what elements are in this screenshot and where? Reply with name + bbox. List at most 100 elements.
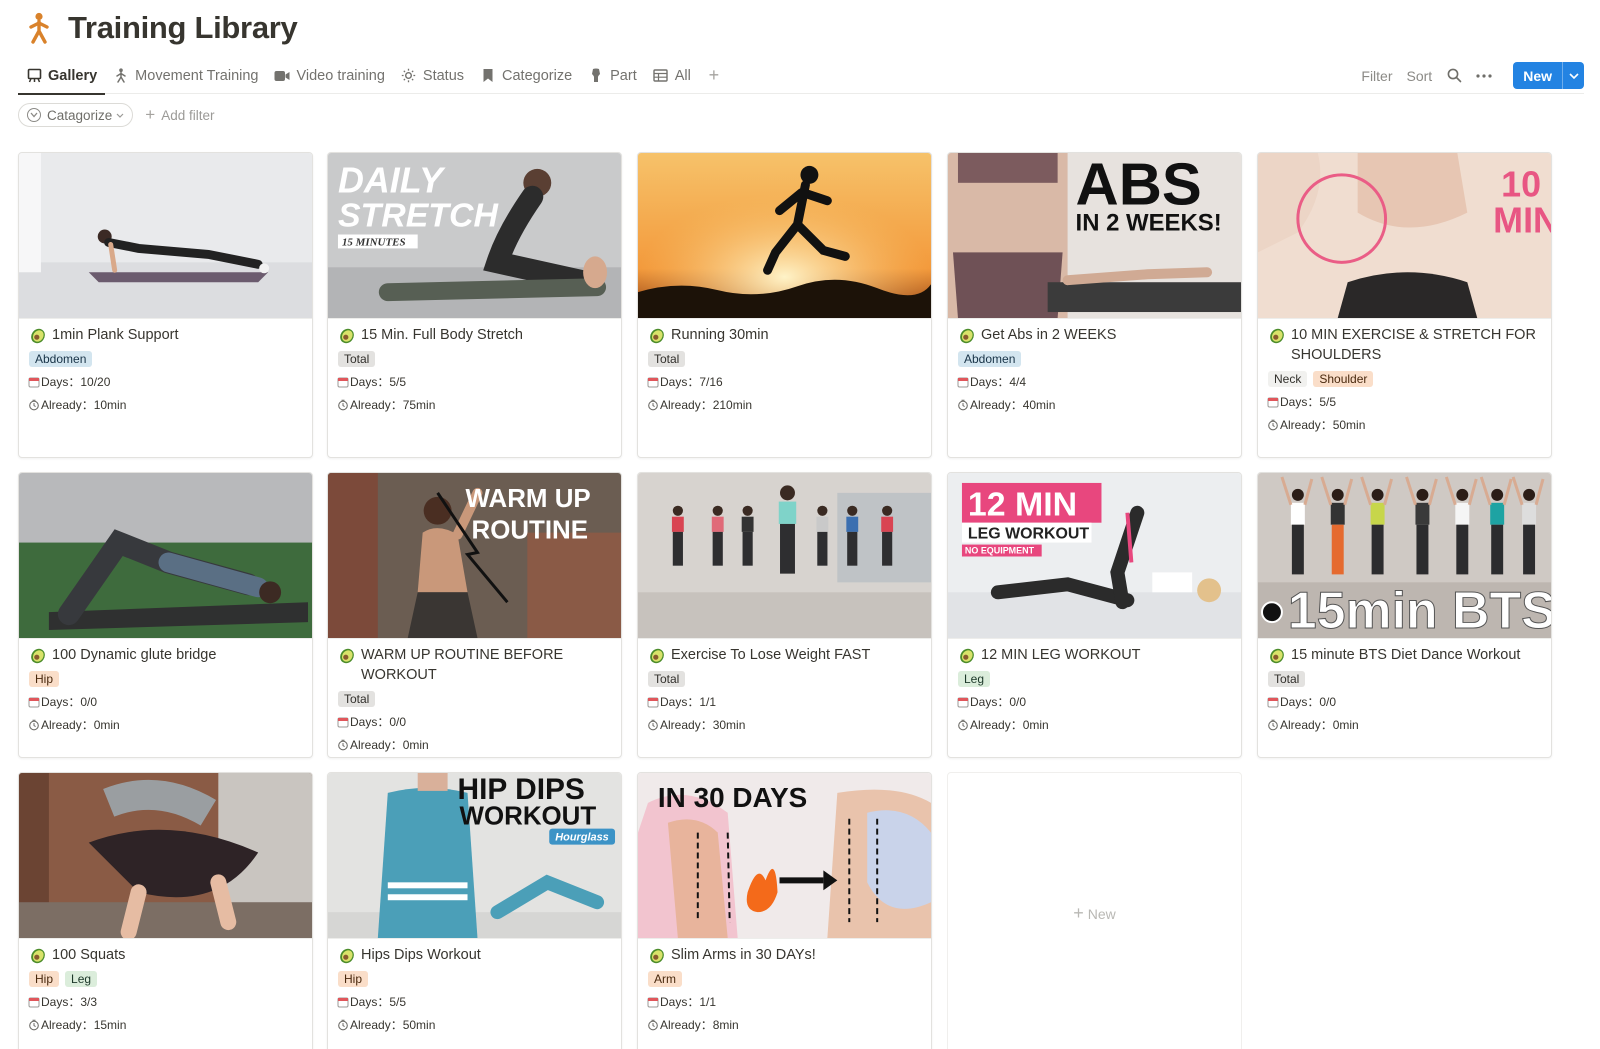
card-body: Running 30min Total Days：7/16 Already：210mi… (647, 325, 922, 413)
sort-button[interactable]: Sort (1400, 68, 1440, 84)
card-title: 12 MIN LEG WORKOUT (957, 645, 1232, 665)
gallery-card[interactable]: Running 30min Total Days：7/16 Already：210mi… (637, 152, 932, 458)
tab-part[interactable]: Part (580, 58, 645, 94)
stopwatch-icon (28, 399, 40, 411)
card-prop-text: Days：3/3 (41, 995, 98, 1009)
stopwatch-icon (647, 719, 659, 731)
tag-list: Hip Leg (29, 971, 303, 987)
filter-row: Catagorize + Add filter (18, 102, 215, 128)
card-title: Running 30min (647, 325, 922, 345)
card-cover-image: WARM UP ROUTINE (328, 473, 621, 639)
add-view-button[interactable]: + (701, 63, 727, 89)
filter-chip-label: Catagorize (47, 107, 113, 123)
gallery-card[interactable]: IN 30 DAYS Slim Arms in 30 DAYs! Arm Days：1… (637, 772, 932, 1049)
more-options-icon[interactable] (1472, 64, 1496, 88)
card-prop-days: Days：5/5 (1267, 394, 1542, 410)
card-prop-text: Days：7/16 (660, 375, 723, 389)
card-cover-image (638, 473, 931, 639)
svg-text:ABS: ABS (1076, 153, 1202, 218)
gallery-card[interactable]: 15min BTS 15 minute BTS Diet Dance Workou… (1257, 472, 1552, 758)
stopwatch-icon (1267, 419, 1279, 431)
gallery-card[interactable]: WARM UP ROUTINE WARM UP ROUTINE BEFORE WO… (327, 472, 622, 758)
card-cover-image: HIP DIPS WORKOUT Hourglass (328, 773, 621, 939)
tag-badge: Total (648, 351, 686, 367)
new-button[interactable]: New (1513, 62, 1562, 89)
chevron-down-icon[interactable] (1562, 62, 1584, 89)
card-prop-text: Already：0min (970, 718, 1049, 732)
card-prop-days: Days：10/20 (28, 374, 303, 390)
card-body: 1min Plank Support Abdomen Days：10/20 Alrea… (28, 325, 303, 413)
avocado-icon (647, 325, 667, 345)
person-walking-icon[interactable] (24, 11, 54, 45)
card-title: Slim Arms in 30 DAYs! (647, 945, 922, 965)
card-title: 100 Dynamic glute bridge (28, 645, 303, 665)
card-body: 15 minute BTS Diet Dance Workout Total Day… (1267, 645, 1542, 733)
gallery-icon (26, 68, 42, 84)
gallery-card[interactable]: 12 MIN LEG WORKOUT NO EQUIPMENT 12 MIN L… (947, 472, 1242, 758)
card-title: Hips Dips Workout (337, 945, 612, 965)
tag-badge: Abdomen (29, 351, 93, 367)
svg-text:ROUTINE: ROUTINE (472, 517, 589, 545)
new-button-group: New (1513, 62, 1584, 89)
search-icon[interactable] (1442, 64, 1466, 88)
stopwatch-icon (28, 719, 40, 731)
gallery-card[interactable]: 1min Plank Support Abdomen Days：10/20 Alrea… (18, 152, 313, 458)
categorize-filter-chip[interactable]: Catagorize (18, 103, 134, 127)
stopwatch-icon (28, 1019, 40, 1031)
chevron-down-icon (116, 113, 124, 118)
card-prop-text: Days：0/0 (350, 715, 407, 729)
gallery-card[interactable]: DAILY STRETCH 15 MINUTES 15 Min. Full Bo… (327, 152, 622, 458)
stopwatch-icon (337, 739, 349, 751)
tab-movement-training[interactable]: Movement Training (105, 58, 266, 94)
tag-badge: Neck (1268, 371, 1308, 387)
tag-badge: Total (1268, 671, 1306, 687)
table-icon (653, 68, 669, 84)
filter-button[interactable]: Filter (1354, 68, 1399, 84)
card-title-text: Hips Dips Workout (361, 947, 481, 963)
avocado-icon (337, 645, 357, 665)
avocado-icon (1267, 645, 1287, 665)
gallery-card[interactable]: 100 Squats Hip Leg Days：3/3 Already：15min (18, 772, 313, 1049)
avocado-icon (28, 945, 48, 965)
stopwatch-icon (647, 399, 659, 411)
card-prop-text: Days：5/5 (350, 995, 407, 1009)
svg-text:HIP DIPS: HIP DIPS (458, 773, 585, 806)
tab-categorize[interactable]: Categorize (472, 58, 580, 94)
gallery-card[interactable]: 100 Dynamic glute bridge Hip Days：0/0 Alrea… (18, 472, 313, 758)
card-body: 100 Dynamic glute bridge Hip Days：0/0 Alrea… (28, 645, 303, 733)
gallery-card[interactable]: Exercise To Lose Weight FAST Total Days：1/… (637, 472, 932, 758)
video-camera-icon (274, 68, 290, 84)
card-title-text: 100 Dynamic glute bridge (52, 647, 217, 663)
add-filter-button[interactable]: + Add filter (145, 105, 214, 125)
gallery-card[interactable]: 10 MIN10 MIN EXERCISE & STRETCH FOR SHOU… (1257, 152, 1552, 458)
card-prop-text: Days：5/5 (1280, 395, 1337, 409)
stopwatch-icon (647, 1019, 659, 1031)
tag-badge: Total (338, 351, 376, 367)
svg-text:DAILY: DAILY (338, 161, 446, 201)
card-prop-text: Days：5/5 (350, 375, 407, 389)
tag-badge: Hip (29, 671, 60, 687)
card-prop-text: Already：0min (41, 718, 120, 732)
tag-list: Leg (958, 671, 1232, 687)
stopwatch-icon (957, 719, 969, 731)
card-prop-text: Already：8min (660, 1018, 739, 1032)
card-prop-text: Days：4/4 (970, 375, 1027, 389)
new-card-button[interactable]: + New (947, 772, 1242, 1049)
card-prop-text: Days：1/1 (660, 695, 717, 709)
card-prop-already: Already：8min (647, 1017, 922, 1033)
tab-status[interactable]: Status (393, 58, 472, 94)
card-prop-already: Already：0min (957, 717, 1232, 733)
svg-text:WARM UP: WARM UP (466, 485, 591, 513)
tag-list: Total (1268, 671, 1542, 687)
tab-video-training[interactable]: Video training (266, 58, 392, 94)
gallery-card[interactable]: ABS IN 2 WEEKS! Get Abs in 2 WEEKS Abdomen… (947, 152, 1242, 458)
card-prop-text: Days：1/1 (660, 995, 717, 1009)
card-title-text: Slim Arms in 30 DAYs! (671, 947, 816, 963)
tab-gallery[interactable]: Gallery (18, 58, 106, 95)
gallery-card[interactable]: HIP DIPS WORKOUT Hourglass Hips Dips Work… (327, 772, 622, 1049)
tab-all[interactable]: All (645, 58, 699, 94)
card-prop-already: Already：50min (1267, 417, 1542, 433)
card-body: Exercise To Lose Weight FAST Total Days：1/… (647, 645, 922, 733)
tag-list: Total (648, 671, 922, 687)
card-prop-text: Already：210min (660, 398, 753, 412)
